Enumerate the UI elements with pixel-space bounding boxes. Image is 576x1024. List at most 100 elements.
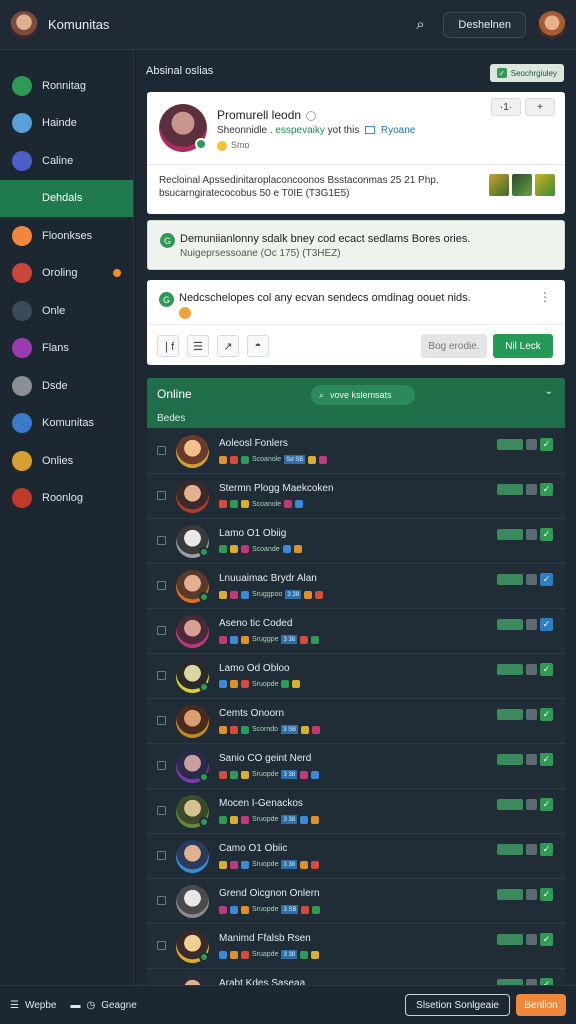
member-checkbox[interactable] [157, 446, 166, 455]
chevron-down-icon[interactable]: ⌄ [545, 386, 553, 397]
sidebar-item-8[interactable]: Dsde [0, 367, 133, 405]
member-name[interactable]: Lamo O1 Obiig [219, 528, 286, 539]
options-icon[interactable] [526, 574, 537, 585]
member-avatar[interactable] [176, 885, 209, 918]
section-button[interactable]: ✓ Seochrgiuley [489, 64, 564, 82]
sidebar-item-10[interactable]: Onlies [0, 442, 133, 480]
approve-check-icon[interactable]: ✓ [540, 573, 553, 586]
approve-check-icon[interactable]: ✓ [540, 978, 553, 985]
approve-check-icon[interactable]: ✓ [540, 528, 553, 541]
approve-check-icon[interactable]: ✓ [540, 753, 553, 766]
member-name[interactable]: Grend Oicgnon Onlern [219, 888, 320, 899]
composer-text[interactable]: Nedcschelopes col any ecvan sendecs omdi… [179, 292, 471, 304]
approve-check-icon[interactable]: ✓ [540, 483, 553, 496]
member-row[interactable]: Aoleosl Fonlers Scoanole Sd SB ✓ [147, 429, 565, 474]
search-icon[interactable]: ⌕ [409, 14, 431, 36]
member-checkbox[interactable] [157, 761, 166, 770]
options-icon[interactable] [526, 889, 537, 900]
sidebar-item-2[interactable]: Caline [0, 142, 133, 180]
sidebar-item-7[interactable]: Flans [0, 330, 133, 368]
member-checkbox[interactable] [157, 581, 166, 590]
member-name[interactable]: Arabt Kdes Saseaa [219, 978, 305, 985]
menu-icon[interactable]: ☰ [10, 1000, 19, 1011]
sidebar-item-6[interactable]: Onle [0, 292, 133, 330]
approve-check-icon[interactable]: ✓ [540, 888, 553, 901]
member-row[interactable]: Lamo Od Obloo Sruopde ✓ [147, 654, 565, 699]
member-name[interactable]: Cemts Onoorn [219, 708, 284, 719]
member-row[interactable]: Manimd Ffalsb Rsen Sruapde 3 38 ✓ [147, 924, 565, 969]
sidebar-item-11[interactable]: Roonlog [0, 480, 133, 518]
options-icon[interactable] [526, 754, 537, 765]
member-name[interactable]: Sanio CO geint Nerd [219, 753, 311, 764]
approve-check-icon[interactable]: ✓ [540, 618, 553, 631]
member-row[interactable]: Camo O1 Obiic Sruopde 3 38 ✓ [147, 834, 565, 879]
options-icon[interactable] [526, 664, 537, 675]
app-logo-avatar[interactable] [10, 10, 38, 39]
member-checkbox[interactable] [157, 896, 166, 905]
options-icon[interactable] [526, 439, 537, 450]
share-icon[interactable]: ↗ [217, 335, 239, 357]
add-button[interactable]: + [525, 98, 555, 116]
member-row[interactable]: Sanio CO geint Nerd Sruopde 3 38 ✓ [147, 744, 565, 789]
options-icon[interactable] [526, 529, 537, 540]
member-row[interactable]: Lnuuaimac Brydr Alan Sruggpoo 3 38 ✓ [147, 564, 565, 609]
member-row[interactable]: Mocen I-Genackos Sruopde 3 38 ✓ [147, 789, 565, 834]
member-name[interactable]: Aoleosl Fonlers [219, 438, 288, 449]
member-avatar[interactable] [176, 975, 209, 985]
approve-check-icon[interactable]: ✓ [540, 933, 553, 946]
member-avatar[interactable] [176, 615, 209, 648]
member-row[interactable]: Stermn Plogg Maekcoken Scoanole ✓ [147, 474, 565, 519]
toggle-icon[interactable]: ◓ [247, 335, 269, 357]
member-avatar[interactable] [176, 480, 209, 513]
member-checkbox[interactable] [157, 491, 166, 500]
footer-outline-button[interactable]: Slsetion Sonlgeaie [405, 994, 510, 1016]
approve-check-icon[interactable]: ✓ [540, 798, 553, 811]
sidebar-item-3[interactable]: Dehdals [0, 179, 133, 217]
thumbnail-image[interactable] [535, 174, 555, 196]
member-row[interactable]: Aseno tic Coded Sruggpe 3 38 ✓ [147, 609, 565, 654]
info-icon[interactable] [306, 110, 317, 121]
member-row[interactable]: Lamo O1 Obiig Scoande ✓ [147, 519, 565, 564]
post-button[interactable]: Nil Leck [493, 334, 553, 358]
member-search[interactable]: ⌕ vove kslemsats [311, 385, 415, 405]
member-avatar[interactable] [176, 840, 209, 873]
profile-control-1[interactable]: ·1· [491, 98, 521, 116]
member-name[interactable]: Stermn Plogg Maekcoken [219, 483, 334, 494]
clock-icon[interactable]: ◷ [86, 1000, 95, 1011]
footer-link-1[interactable]: Wepbe [25, 1000, 57, 1011]
member-name[interactable]: Lnuuaimac Brydr Alan [219, 573, 317, 584]
member-row[interactable]: Cemts Onoorn Scorndo 3 SB ✓ [147, 699, 565, 744]
sidebar-item-9[interactable]: Komunitas [0, 405, 133, 443]
window-icon[interactable]: ▬ [70, 1000, 80, 1011]
profile-link[interactable]: Ryoane [381, 125, 415, 136]
member-checkbox[interactable] [157, 941, 166, 950]
member-checkbox[interactable] [157, 671, 166, 680]
member-avatar[interactable] [176, 705, 209, 738]
thumbnail-image[interactable] [489, 174, 509, 196]
approve-check-icon[interactable]: ✓ [540, 708, 553, 721]
member-checkbox[interactable] [157, 806, 166, 815]
member-row[interactable]: Arabt Kdes Saseaa ✓ [147, 969, 565, 985]
member-checkbox[interactable] [157, 536, 166, 545]
member-name[interactable]: Mocen I-Genackos [219, 798, 303, 809]
member-name[interactable]: Aseno tic Coded [219, 618, 292, 629]
member-avatar[interactable] [176, 435, 209, 468]
member-checkbox[interactable] [157, 851, 166, 860]
member-name[interactable]: Camo O1 Obiic [219, 843, 287, 854]
options-icon[interactable] [526, 844, 537, 855]
sidebar-item-4[interactable]: Floonkses [0, 217, 133, 255]
format-icon[interactable]: ❘f [157, 335, 179, 357]
sidebar-item-5[interactable]: Oroling [0, 255, 133, 293]
options-icon[interactable] [526, 484, 537, 495]
options-icon[interactable] [526, 799, 537, 810]
options-icon[interactable] [526, 934, 537, 945]
member-checkbox[interactable] [157, 626, 166, 635]
approve-check-icon[interactable]: ✓ [540, 438, 553, 451]
member-checkbox[interactable] [157, 716, 166, 725]
footer-link-2[interactable]: Geagne [101, 1000, 137, 1011]
approve-check-icon[interactable]: ✓ [540, 843, 553, 856]
member-row[interactable]: Grend Oicgnon Onlern Sruopde 3 SB ✓ [147, 879, 565, 924]
options-icon[interactable] [526, 709, 537, 720]
user-avatar[interactable] [538, 10, 566, 39]
header-button[interactable]: Deshelnen [443, 11, 526, 38]
